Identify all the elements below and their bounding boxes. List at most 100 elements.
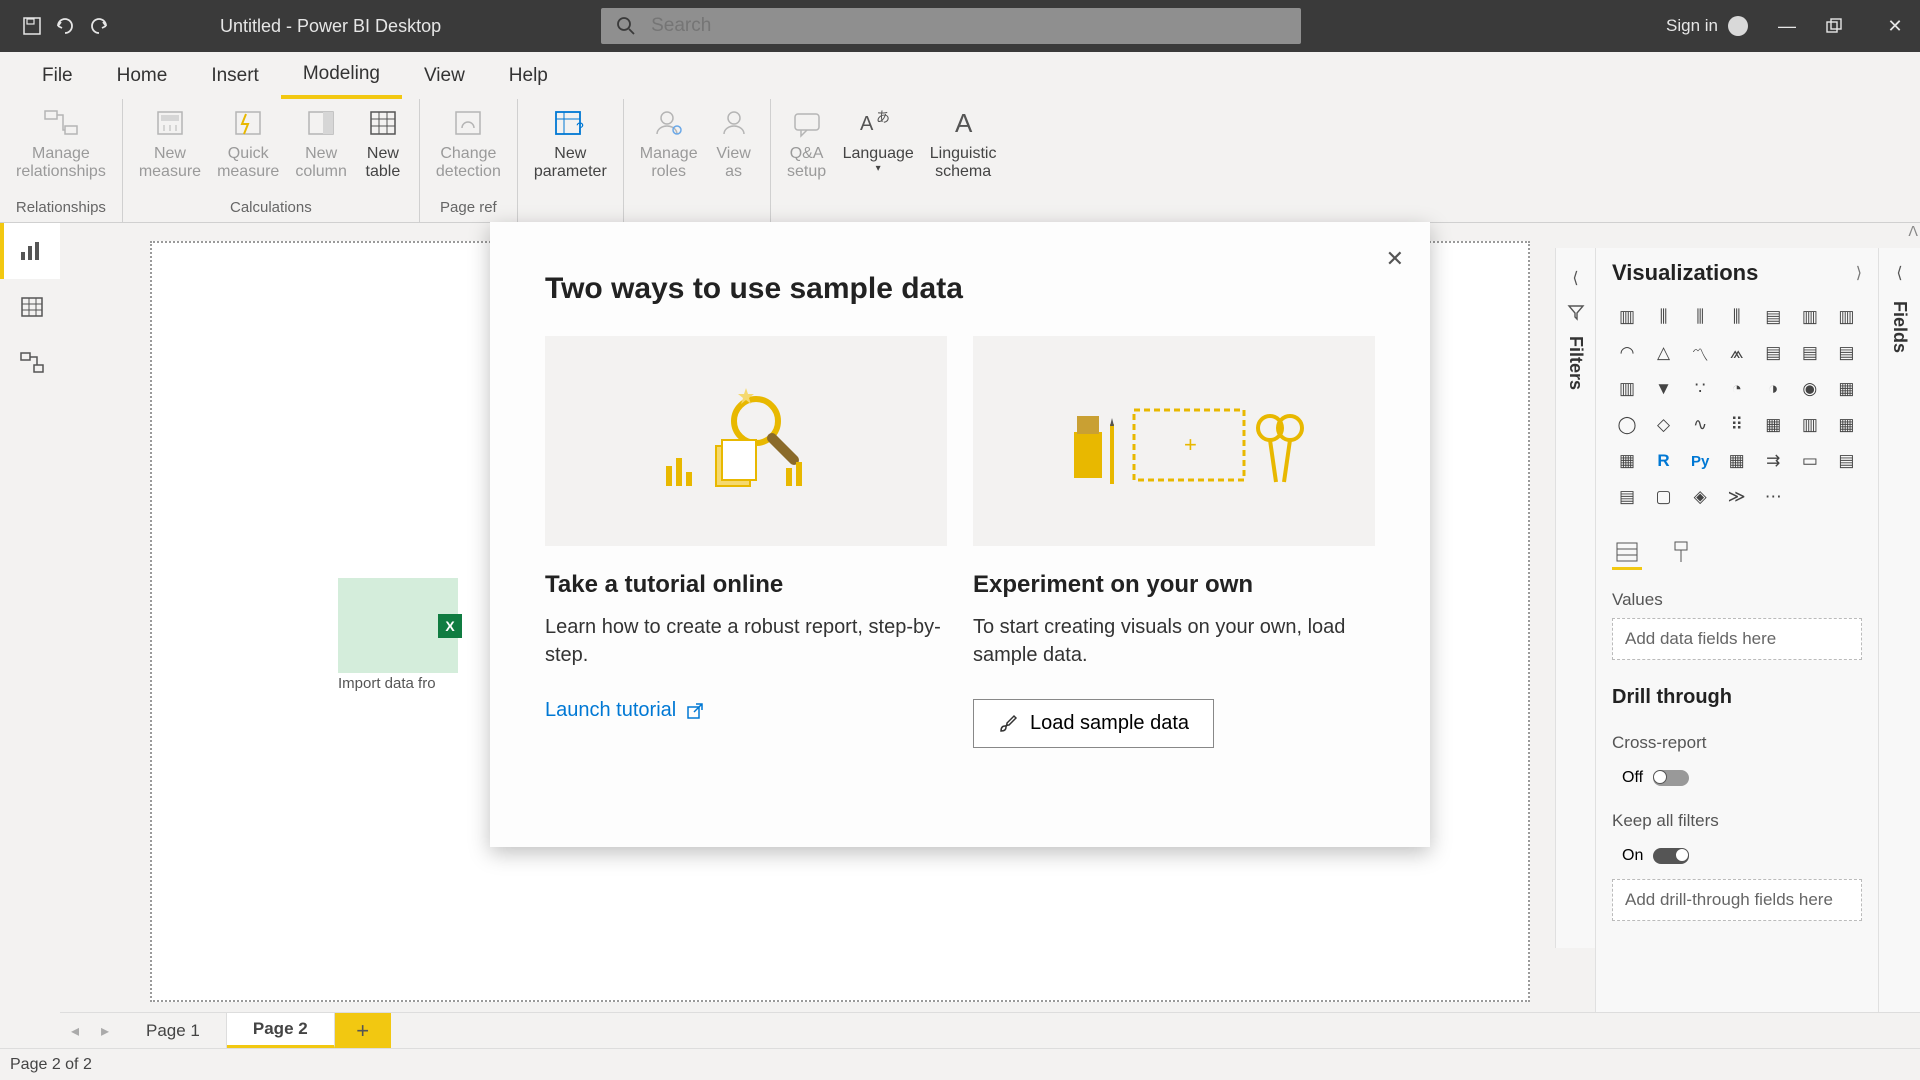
viz-type-36[interactable]: ▢ [1649, 482, 1679, 512]
viz-type-0[interactable]: ▥ [1612, 302, 1642, 332]
fields-pane[interactable]: ⟨ Fields [1878, 248, 1920, 1048]
maximize-button[interactable] [1826, 18, 1856, 34]
viz-type-24[interactable]: ⠿ [1722, 410, 1752, 440]
menu-file[interactable]: File [20, 52, 95, 99]
search-input[interactable] [651, 15, 1286, 37]
expand-fields-icon[interactable]: ⟨ [1896, 263, 1902, 283]
viz-type-33[interactable]: ▭ [1795, 446, 1825, 476]
viz-type-35[interactable]: ▤ [1612, 482, 1642, 512]
viz-type-32[interactable]: ⇉ [1758, 446, 1788, 476]
language-icon: Aあ [858, 105, 898, 141]
viz-type-28[interactable]: ▦ [1612, 446, 1642, 476]
viz-type-13[interactable]: ▤ [1831, 338, 1861, 368]
load-sample-data-button[interactable]: Load sample data [973, 699, 1214, 748]
menu-insert[interactable]: Insert [189, 52, 281, 99]
keep-all-state: On [1622, 847, 1643, 865]
menu-help[interactable]: Help [487, 52, 570, 99]
viz-type-16[interactable]: ∵ [1685, 374, 1715, 404]
drillthrough-dropzone[interactable]: Add drill-through fields here [1612, 879, 1862, 921]
dialog-close-button[interactable]: ✕ [1386, 246, 1404, 272]
new-table-button[interactable]: New table [355, 99, 411, 182]
model-view-button[interactable] [0, 335, 60, 391]
next-page-button[interactable]: ▸ [90, 1013, 120, 1048]
close-button[interactable]: ✕ [1880, 16, 1910, 37]
visualizations-pane: Visualizations ⟩ ▥⫼⫼⫼▤▥▥◠△〽⩕▤▤▤▥▼∵◔◑◉▦◯◇… [1595, 248, 1878, 1048]
viz-type-7[interactable]: ◠ [1612, 338, 1642, 368]
viz-type-19[interactable]: ◉ [1795, 374, 1825, 404]
filters-pane[interactable]: ⟨ Filters [1555, 248, 1595, 948]
viz-type-12[interactable]: ▤ [1795, 338, 1825, 368]
undo-icon[interactable] [54, 16, 76, 36]
viz-type-31[interactable]: ▦ [1722, 446, 1752, 476]
format-tab[interactable] [1666, 536, 1696, 570]
collapse-ribbon-icon[interactable]: ᐱ [1908, 223, 1918, 240]
viz-type-10[interactable]: ⩕ [1722, 338, 1752, 368]
report-view-button[interactable] [0, 223, 60, 279]
expand-filters-icon[interactable]: ⟨ [1572, 268, 1578, 288]
viz-type-9[interactable]: 〽 [1685, 338, 1715, 368]
viz-type-14[interactable]: ▥ [1612, 374, 1642, 404]
prev-page-button[interactable]: ◂ [60, 1013, 90, 1048]
viz-type-5[interactable]: ▥ [1795, 302, 1825, 332]
linguistic-icon: A [943, 105, 983, 141]
svg-text:A: A [860, 113, 874, 135]
values-dropzone[interactable]: Add data fields here [1612, 618, 1862, 660]
viz-type-3[interactable]: ⫼ [1722, 302, 1752, 332]
avatar-icon [1728, 16, 1748, 36]
linguistic-schema-button[interactable]: A Linguistic schema [922, 99, 1005, 182]
experiment-desc: To start creating visuals on your own, l… [973, 613, 1375, 669]
signin-button[interactable]: Sign in [1666, 16, 1748, 36]
language-button[interactable]: Aあ Language ▾ [835, 99, 922, 175]
data-view-button[interactable] [0, 279, 60, 335]
viz-type-39[interactable]: ⋯ [1758, 482, 1788, 512]
menu-modeling[interactable]: Modeling [281, 52, 402, 99]
quick-measure-icon [228, 105, 268, 141]
viz-type-17[interactable]: ◔ [1722, 374, 1752, 404]
collapse-viz-icon[interactable]: ⟩ [1856, 263, 1862, 283]
viz-type-34[interactable]: ▤ [1831, 446, 1861, 476]
viz-type-23[interactable]: ∿ [1685, 410, 1715, 440]
page-tab-1[interactable]: Page 1 [120, 1013, 227, 1048]
viz-type-37[interactable]: ◈ [1685, 482, 1715, 512]
viz-type-27[interactable]: ▦ [1831, 410, 1861, 440]
viz-type-25[interactable]: ▦ [1758, 410, 1788, 440]
add-page-button[interactable]: + [335, 1013, 391, 1048]
change-detection-button: Change detection [428, 99, 509, 182]
viz-type-18[interactable]: ◑ [1758, 374, 1788, 404]
values-label: Values [1612, 590, 1862, 610]
save-icon[interactable] [22, 16, 42, 36]
new-parameter-button[interactable]: ? New parameter [526, 99, 615, 182]
keep-all-toggle[interactable] [1653, 848, 1689, 864]
ribbon: Manage relationships Relationships New m… [0, 99, 1920, 223]
viz-type-8[interactable]: △ [1649, 338, 1679, 368]
page-tab-2[interactable]: Page 2 [227, 1013, 335, 1048]
menu-view[interactable]: View [402, 52, 487, 99]
external-link-icon [686, 702, 704, 720]
minimize-button[interactable]: — [1772, 16, 1802, 37]
viz-type-30[interactable]: Py [1685, 446, 1715, 476]
viz-type-22[interactable]: ◇ [1649, 410, 1679, 440]
new-measure-button: New measure [131, 99, 209, 182]
viz-type-2[interactable]: ⫼ [1685, 302, 1715, 332]
viz-type-38[interactable]: ≫ [1722, 482, 1752, 512]
viz-type-6[interactable]: ▥ [1831, 302, 1861, 332]
import-hint-card[interactable]: X [338, 578, 458, 673]
viz-type-20[interactable]: ▦ [1831, 374, 1861, 404]
group-label-relationships: Relationships [8, 199, 114, 220]
menu-home[interactable]: Home [95, 52, 190, 99]
fields-tab[interactable] [1612, 536, 1642, 570]
manage-relationships-button: Manage relationships [8, 99, 114, 182]
group-label-qa [779, 199, 1005, 220]
viz-type-26[interactable]: ▥ [1795, 410, 1825, 440]
viz-type-21[interactable]: ◯ [1612, 410, 1642, 440]
search-box[interactable] [601, 8, 1301, 44]
viz-type-29[interactable]: R [1649, 446, 1679, 476]
redo-icon[interactable] [88, 16, 110, 36]
viz-type-11[interactable]: ▤ [1758, 338, 1788, 368]
viz-type-1[interactable]: ⫼ [1649, 302, 1679, 332]
launch-tutorial-link[interactable]: Launch tutorial [545, 699, 704, 722]
view-as-button: View as [706, 99, 762, 182]
viz-type-15[interactable]: ▼ [1649, 374, 1679, 404]
viz-type-4[interactable]: ▤ [1758, 302, 1788, 332]
cross-report-toggle[interactable] [1653, 770, 1689, 786]
